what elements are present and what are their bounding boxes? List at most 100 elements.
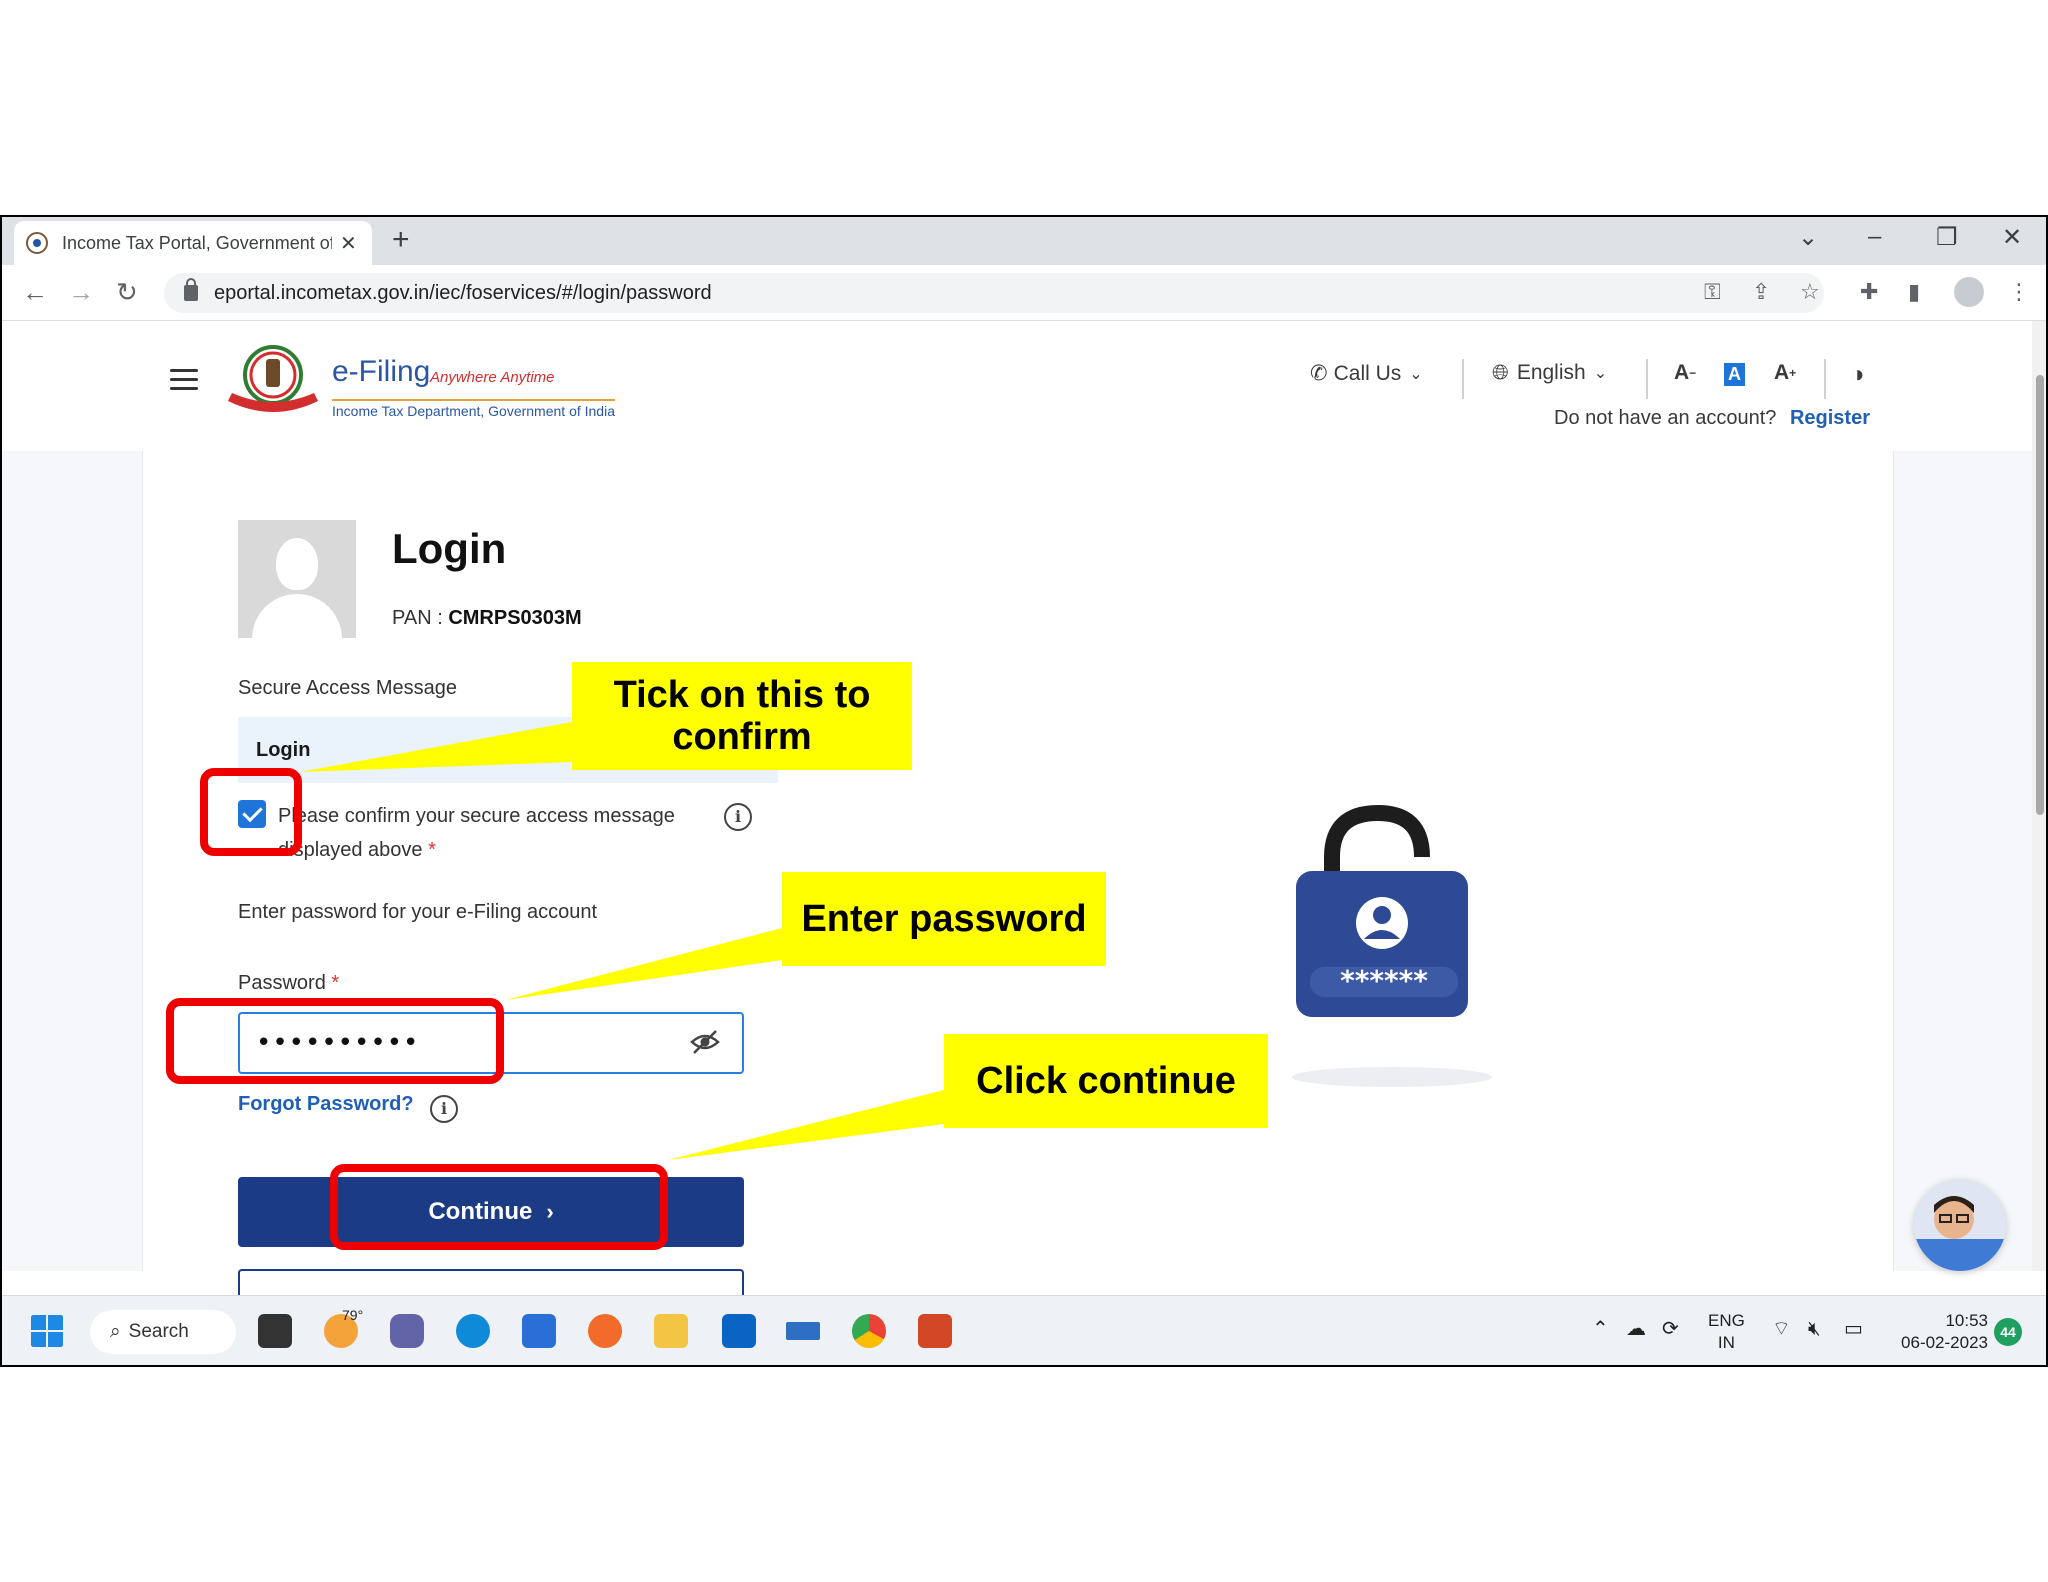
- header-divider: [1824, 359, 1826, 399]
- browser-menu-icon[interactable]: ⋮: [2008, 279, 2030, 305]
- header-divider: [1462, 359, 1464, 399]
- key-icon[interactable]: ⚿: [1704, 279, 1721, 305]
- notification-badge[interactable]: 44: [1994, 1318, 2022, 1346]
- chatbot-avatar-button[interactable]: [1914, 1179, 2006, 1271]
- side-panel-icon[interactable]: ▮: [1908, 279, 1920, 305]
- font-decrease-button[interactable]: A −: [1674, 361, 1696, 385]
- taskbar-search[interactable]: ⌕ Search: [90, 1310, 236, 1354]
- edge-browser-icon[interactable]: [456, 1314, 490, 1348]
- tab-title: Income Tax Portal, Government of India: [62, 232, 332, 253]
- pan-value: CMRPS0303M: [448, 607, 582, 629]
- tray-expand-icon[interactable]: ⌃: [1592, 1318, 1609, 1340]
- pan-display: PAN : CMRPS0303M: [392, 607, 582, 630]
- call-us-dropdown[interactable]: ✆ Call Us ⌄: [1310, 361, 1423, 386]
- reload-icon[interactable]: ↻: [116, 277, 138, 308]
- clock-time: 10:53: [1945, 1311, 1988, 1330]
- pen-app-icon[interactable]: [786, 1322, 820, 1340]
- contrast-toggle-icon[interactable]: ◑: [1850, 361, 1865, 389]
- secure-message-value: Login: [256, 739, 311, 761]
- weather-temp: 79°: [342, 1307, 364, 1323]
- padlock-illustration: ******: [1292, 804, 1492, 1087]
- search-icon: ⌕: [110, 1321, 121, 1342]
- password-label-wrapper: Password *: [238, 972, 339, 995]
- globe-icon: 🌐︎: [1492, 361, 1509, 384]
- pan-label: PAN :: [392, 607, 443, 629]
- logo-tagline: Anywhere Anytime: [430, 369, 555, 386]
- restore-icon[interactable]: ❐: [1936, 223, 1958, 252]
- back-arrow-icon[interactable]: ←: [22, 277, 48, 308]
- no-account-text: Do not have an account?: [1554, 407, 1777, 429]
- chrome-icon[interactable]: [852, 1314, 886, 1348]
- browser-tab[interactable]: Income Tax Portal, Government of India ✕: [14, 221, 372, 265]
- wifi-icon[interactable]: ⌔: [1772, 1318, 1791, 1340]
- forward-arrow-icon[interactable]: →: [68, 277, 94, 308]
- continue-callout: Click continue: [944, 1034, 1268, 1128]
- required-mark: *: [331, 972, 340, 994]
- browser-toolbar: ← → ↻ eportal.incometax.gov.in/iec/foser…: [2, 265, 2046, 321]
- chevron-down-icon: ⌄: [1409, 365, 1423, 383]
- taskbar-search-label: Search: [128, 1321, 189, 1342]
- lock-icon[interactable]: [184, 278, 198, 301]
- speaker-muted-icon[interactable]: 🔇︎: [1808, 1318, 1821, 1340]
- checkbox-highlight: [200, 768, 302, 856]
- password-callout: Enter password: [782, 872, 1106, 966]
- url-text: eportal.incometax.gov.in/iec/foservices/…: [214, 281, 712, 304]
- confirm-text-wrapper: Please confirm your secure access messag…: [278, 799, 718, 867]
- onedrive-cloud-icon[interactable]: ☁: [1626, 1318, 1646, 1340]
- input-language[interactable]: ENG IN: [1708, 1310, 1745, 1354]
- secure-message-label: Secure Access Message: [238, 677, 457, 699]
- password-label: Password: [238, 972, 326, 994]
- info-icon[interactable]: i: [724, 803, 752, 831]
- continue-highlight: [330, 1164, 668, 1250]
- assistant-face-icon: [1914, 1196, 2006, 1271]
- file-explorer-icon[interactable]: [654, 1314, 688, 1348]
- language-label: English: [1516, 361, 1586, 384]
- microsoft-store-icon[interactable]: [522, 1314, 556, 1348]
- font-default-button[interactable]: A: [1724, 363, 1745, 386]
- tick-callout: Tick on this to confirm: [572, 662, 912, 770]
- logo-subtitle: Income Tax Department, Government of Ind…: [332, 399, 615, 419]
- windows-taskbar: ⌕ Search 79° ⌃ ☁ ⟳ ENG IN ⌔ 🔇︎ ▭ 10:53 0…: [2, 1295, 2046, 1365]
- firefox-icon[interactable]: [588, 1314, 622, 1348]
- profile-avatar-icon[interactable]: [1954, 277, 1984, 307]
- teams-chat-icon[interactable]: [390, 1314, 424, 1348]
- confirm-label: Please confirm your secure access messag…: [278, 805, 675, 861]
- tab-close-icon[interactable]: ✕: [340, 231, 357, 256]
- font-increase-button[interactable]: A +: [1774, 361, 1796, 385]
- logo-title: e-Filing: [332, 355, 431, 388]
- outlook-icon[interactable]: [722, 1314, 756, 1348]
- emblem-logo-icon: [228, 345, 318, 412]
- browser-tab-bar: Income Tax Portal, Government of India ✕…: [2, 217, 2046, 265]
- window-close-icon[interactable]: ✕: [2002, 223, 2022, 252]
- site-favicon-icon: [26, 232, 48, 254]
- chevron-down-icon: ⌄: [1593, 365, 1608, 382]
- hide-password-eye-icon[interactable]: [690, 1029, 720, 1055]
- sync-icon[interactable]: ⟳: [1662, 1318, 1679, 1340]
- hamburger-menu-icon[interactable]: [170, 369, 198, 391]
- header-divider: [1646, 359, 1648, 399]
- font-decrease-label: A: [1674, 361, 1690, 384]
- windows-start-icon[interactable]: [30, 1314, 64, 1348]
- minimize-icon[interactable]: –: [1868, 223, 1881, 251]
- new-tab-button[interactable]: +: [392, 223, 410, 257]
- tab-search-chevron-icon[interactable]: ⌄: [1798, 223, 1818, 252]
- language-dropdown[interactable]: 🌐︎ English ⌄: [1492, 361, 1607, 385]
- screenshot-frame: Income Tax Portal, Government of India ✕…: [0, 215, 2048, 1367]
- slide: Income Tax Portal, Government of India ✕…: [0, 0, 2048, 1582]
- page-scrollbar-thumb[interactable]: [2036, 375, 2044, 815]
- address-bar[interactable]: eportal.incometax.gov.in/iec/foservices/…: [164, 273, 1824, 313]
- forgot-password-link[interactable]: Forgot Password?: [238, 1093, 414, 1116]
- password-highlight: [166, 998, 504, 1084]
- lang-top: ENG: [1708, 1311, 1745, 1330]
- share-icon[interactable]: ⇪: [1752, 279, 1770, 305]
- bookmark-star-icon[interactable]: ☆: [1800, 279, 1820, 305]
- battery-icon[interactable]: ▭: [1844, 1318, 1863, 1340]
- clock[interactable]: 10:53 06-02-2023: [1888, 1310, 1988, 1354]
- powerpoint-icon[interactable]: [918, 1314, 952, 1348]
- account-prompt: Do not have an account? Register: [1554, 407, 1870, 430]
- task-view-icon[interactable]: [258, 1314, 292, 1348]
- extensions-puzzle-icon[interactable]: ✚: [1860, 279, 1878, 305]
- register-link[interactable]: Register: [1790, 407, 1870, 429]
- info-icon[interactable]: i: [430, 1095, 458, 1123]
- phone-icon: ✆: [1310, 362, 1328, 385]
